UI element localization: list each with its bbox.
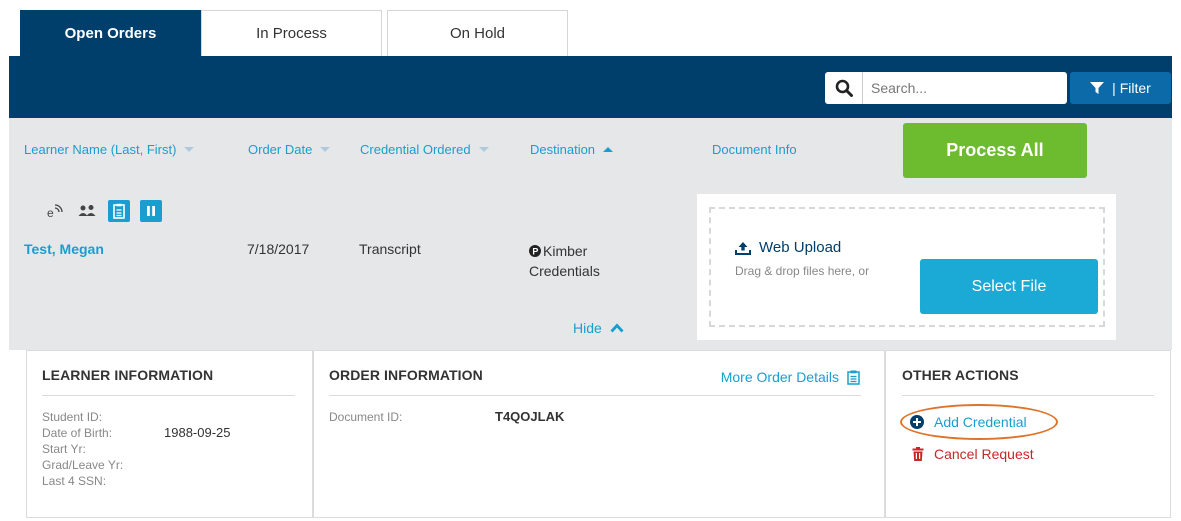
column-header-row: Learner Name (Last, First) Order Date Cr…: [9, 118, 1172, 184]
learner-fields: Student ID: Date of Birth: Start Yr: Gra…: [42, 409, 123, 489]
panel-title-learner: LEARNER INFORMATION: [42, 367, 214, 383]
drop-zone[interactable]: Web Upload Drag & drop files here, or Se…: [709, 207, 1105, 327]
tab-on-hold[interactable]: On Hold: [387, 10, 568, 56]
filter-icon: [1090, 82, 1105, 94]
divider: [902, 395, 1154, 396]
field-student-id: Student ID:: [42, 410, 103, 424]
panel-title-other-actions: OTHER ACTIONS: [902, 367, 1019, 383]
svg-text:e: e: [47, 206, 54, 220]
document-id-value: T4QOJLAK: [495, 409, 565, 424]
order-date-value: 7/18/2017: [247, 241, 310, 257]
document-id-label: Document ID:: [329, 410, 403, 424]
select-file-button[interactable]: Select File: [920, 259, 1098, 314]
chevron-up-icon: [610, 323, 624, 333]
divider: [42, 395, 295, 396]
column-label-destination: Destination: [530, 142, 596, 157]
clipboard-icon[interactable]: [108, 200, 130, 222]
clipboard-icon: [847, 370, 860, 385]
svg-text:P: P: [532, 247, 538, 257]
divider: [329, 395, 861, 396]
order-information-panel: ORDER INFORMATION More Order Details Doc…: [313, 350, 885, 518]
hide-details-link[interactable]: Hide: [573, 320, 624, 336]
pause-icon[interactable]: [140, 200, 162, 222]
more-order-details-label: More Order Details: [720, 369, 839, 385]
filter-button[interactable]: | Filter: [1070, 72, 1171, 104]
credential-value: Transcript: [359, 241, 421, 257]
column-label-order-date: Order Date: [248, 142, 313, 157]
search-box: [825, 72, 1067, 104]
field-date-of-birth: Date of Birth:: [42, 426, 113, 440]
sort-credential-ordered[interactable]: Credential Ordered: [360, 142, 489, 157]
column-label-document-info-text: Document Info: [712, 142, 797, 157]
tab-in-process[interactable]: In Process: [201, 10, 382, 56]
hide-label: Hide: [573, 320, 602, 336]
process-all-button[interactable]: Process All: [903, 123, 1087, 178]
plus-circle-icon: [910, 415, 924, 429]
field-last-4-ssn: Last 4 SSN:: [42, 474, 107, 488]
caret-up-icon: [603, 147, 614, 152]
search-input[interactable]: [863, 73, 1058, 103]
cancel-request-link[interactable]: Cancel Request: [912, 446, 1034, 462]
toolbar: | Filter: [9, 56, 1172, 118]
add-credential-label: Add Credential: [934, 414, 1027, 430]
column-label-credential: Credential Ordered: [360, 142, 471, 157]
caret-down-icon: [320, 147, 331, 152]
panel-title-order: ORDER INFORMATION: [329, 367, 483, 383]
parchment-p-icon: P: [529, 245, 541, 257]
drag-drop-hint: Drag & drop files here, or: [735, 264, 870, 278]
caret-down-icon: [184, 147, 195, 152]
order-tabs: Open Orders In Process On Hold: [20, 10, 568, 56]
cancel-request-label: Cancel Request: [934, 446, 1034, 462]
date-of-birth-value: 1988-09-25: [164, 425, 231, 440]
sort-learner-name[interactable]: Learner Name (Last, First): [24, 142, 195, 157]
tab-open-orders[interactable]: Open Orders: [20, 10, 201, 56]
order-row: e Test, Megan 7/18/2017 Transcript P Kim…: [9, 184, 1172, 350]
add-credential-link[interactable]: Add Credential: [910, 414, 1027, 430]
other-actions-panel: OTHER ACTIONS Add Credential Cancel Requ…: [885, 350, 1171, 518]
learner-information-panel: LEARNER INFORMATION Student ID: Date of …: [26, 350, 313, 518]
upload-icon: [735, 241, 751, 255]
destination-line-2: Credentials: [529, 263, 600, 279]
document-upload-panel: Web Upload Drag & drop files here, or Se…: [697, 194, 1116, 340]
destination-value: P Kimber Credentials: [529, 241, 600, 281]
people-icon[interactable]: [76, 200, 98, 222]
field-start-yr: Start Yr:: [42, 442, 86, 456]
web-upload-label: Web Upload: [759, 239, 842, 256]
column-label-document-info: Document Info: [712, 142, 797, 157]
e-delivery-icon[interactable]: e: [44, 200, 66, 222]
search-icon[interactable]: [825, 72, 863, 104]
destination-line-1: Kimber: [543, 243, 588, 259]
learner-name-link[interactable]: Test, Megan: [24, 241, 104, 257]
caret-down-icon: [478, 147, 489, 152]
sort-order-date[interactable]: Order Date: [248, 142, 331, 157]
more-order-details-link[interactable]: More Order Details: [721, 369, 860, 385]
row-action-icons: e: [44, 200, 162, 222]
web-upload-title: Web Upload: [735, 239, 841, 256]
filter-label: | Filter: [1112, 80, 1151, 96]
trash-icon: [912, 447, 924, 461]
column-label-learner: Learner Name (Last, First): [24, 142, 177, 157]
sort-destination[interactable]: Destination: [530, 142, 614, 157]
field-grad-leave-yr: Grad/Leave Yr:: [42, 458, 124, 472]
